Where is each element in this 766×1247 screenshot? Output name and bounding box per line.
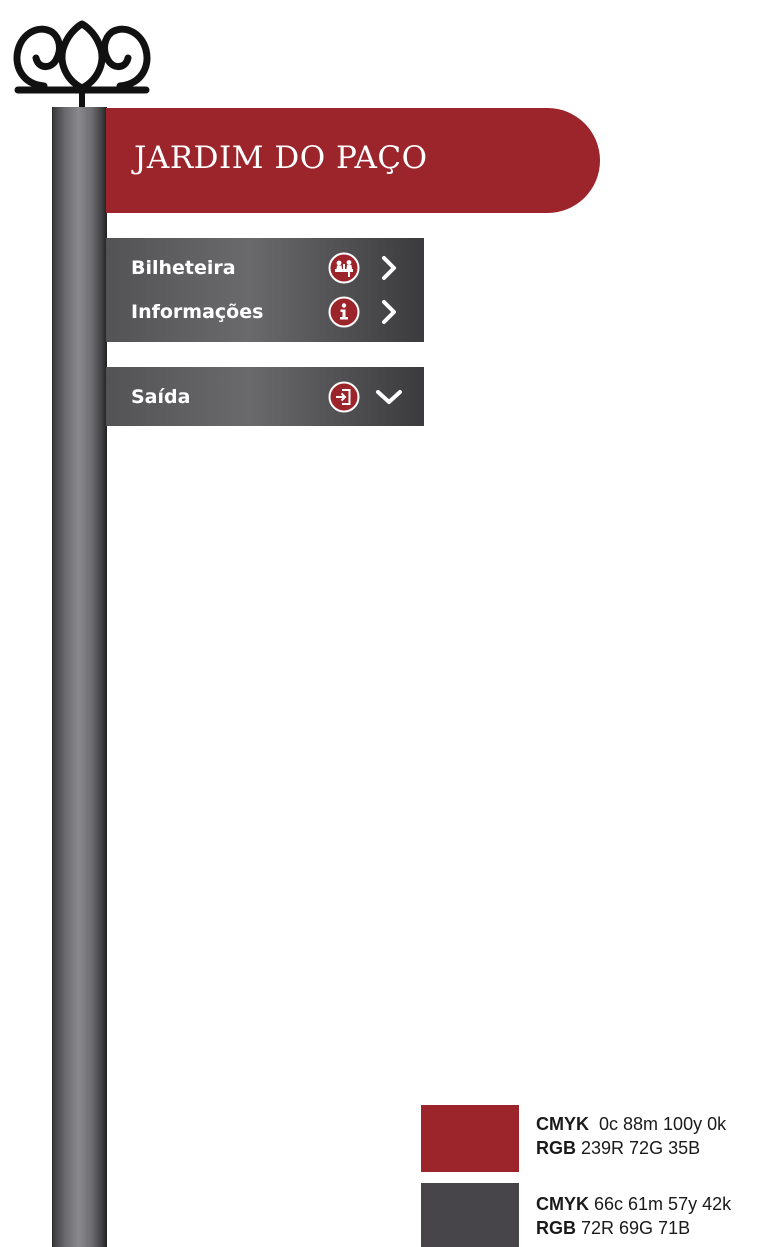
rgb-key: RGB (536, 1138, 576, 1158)
cmyk-key: CMYK (536, 1194, 589, 1214)
color-swatch-grey (421, 1183, 519, 1247)
rgb-value: 72R 69G 71B (581, 1218, 691, 1238)
rgb-spec-line: RGB 72R 69G 71B (536, 1216, 731, 1240)
direction-row-saida[interactable]: Saída (106, 377, 424, 417)
cmyk-key: CMYK (536, 1114, 589, 1134)
color-spec-red: CMYK 0c 88m 100y 0k RGB 239R 72G 35B (536, 1112, 726, 1160)
direction-label: Saída (131, 386, 191, 408)
ticket-office-icon (328, 252, 360, 284)
rgb-spec-line: RGB 239R 72G 35B (536, 1136, 726, 1160)
color-swatch-red (421, 1105, 519, 1172)
info-icon (328, 296, 360, 328)
cmyk-spec-line: CMYK 0c 88m 100y 0k (536, 1112, 726, 1136)
direction-row-informacoes[interactable]: Informações (106, 292, 424, 332)
sign-pole (52, 107, 107, 1247)
garden-logo-icon (13, 20, 151, 112)
direction-panel-exit: Saída (106, 367, 424, 426)
color-spec-grey: CMYK 66c 61m 57y 42k RGB 72R 69G 71B (536, 1192, 731, 1240)
chevron-right-icon (382, 256, 396, 280)
cmyk-spec-line: CMYK 66c 61m 57y 42k (536, 1192, 731, 1216)
rgb-value: 239R 72G 35B (581, 1138, 701, 1158)
direction-label: Informações (131, 301, 264, 323)
title-banner: JARDIM DO PAÇO (106, 108, 600, 213)
direction-label: Bilheteira (131, 257, 236, 279)
chevron-down-icon (376, 390, 402, 404)
sign-title: JARDIM DO PAÇO (134, 140, 428, 176)
direction-panel-main: Bilheteira Informações (106, 238, 424, 342)
chevron-right-icon (382, 300, 396, 324)
rgb-key: RGB (536, 1218, 576, 1238)
exit-icon (328, 381, 360, 413)
cmyk-value: 0c 88m 100y 0k (599, 1114, 727, 1134)
direction-row-bilheteira[interactable]: Bilheteira (106, 248, 424, 288)
cmyk-value: 66c 61m 57y 42k (594, 1194, 732, 1214)
